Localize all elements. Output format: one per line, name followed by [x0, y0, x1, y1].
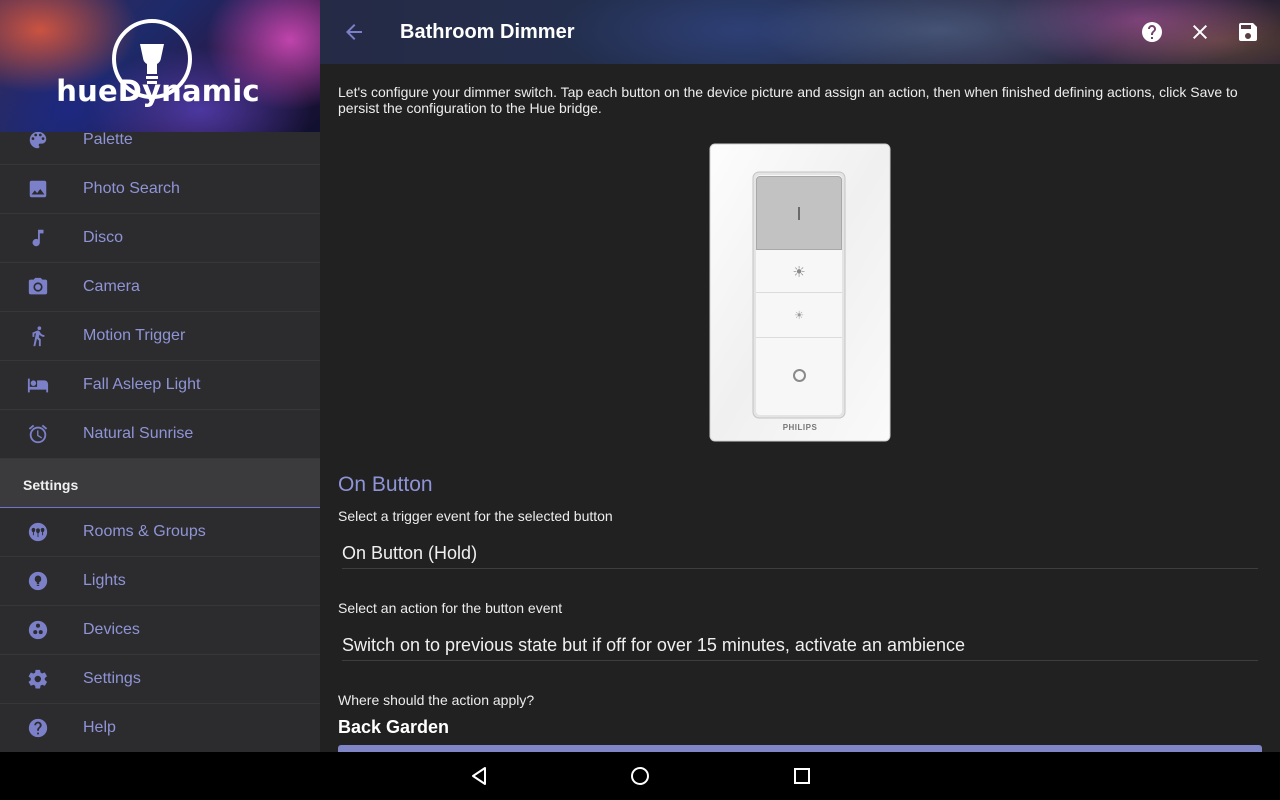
- page-title: Bathroom Dimmer: [400, 21, 575, 43]
- sidebar-item-label: Camera: [83, 278, 140, 295]
- gear-icon: [26, 667, 50, 691]
- save-icon: [1239, 23, 1257, 41]
- sidebar-item-photo-search[interactable]: Photo Search: [0, 165, 320, 214]
- drawer-menu: Palette Photo Search Disco Camera Motion…: [0, 116, 320, 752]
- sidebar-item-help[interactable]: Help: [0, 704, 320, 752]
- back-arrow-icon[interactable]: [342, 20, 366, 44]
- brightness-up-icon: ☀: [792, 262, 806, 281]
- sidebar-item-label: Rooms & Groups: [83, 523, 206, 540]
- sidebar-item-disco[interactable]: Disco: [0, 214, 320, 263]
- device-off-button[interactable]: [756, 339, 842, 411]
- sidebar-item-label: Photo Search: [83, 180, 180, 197]
- intro-text: Let's configure your dimmer switch. Tap …: [338, 84, 1238, 116]
- drawer-header: hueDynamic: [0, 0, 320, 132]
- sidebar-item-label: Motion Trigger: [83, 327, 186, 344]
- on-symbol-icon: [798, 206, 800, 220]
- system-navigation-bar: [0, 752, 1280, 800]
- alarm-clock-icon: [26, 422, 50, 446]
- section-header-label: Settings: [23, 477, 79, 493]
- settings-section-header: Settings: [0, 459, 320, 508]
- walking-person-icon: [26, 324, 50, 348]
- app-bar: Bathroom Dimmer: [320, 0, 1280, 64]
- action-label: Select an action for the button event: [338, 600, 563, 616]
- help-icon: [1142, 22, 1162, 42]
- sidebar-item-motion-trigger[interactable]: Motion Trigger: [0, 312, 320, 361]
- selected-button-title: On Button: [338, 473, 433, 496]
- device-on-button[interactable]: [756, 176, 842, 250]
- back-triangle-icon[interactable]: [467, 764, 491, 788]
- sidebar-item-camera[interactable]: Camera: [0, 263, 320, 312]
- action-value: Switch on to previous state but if off f…: [342, 635, 966, 655]
- sidebar-item-fall-asleep-light[interactable]: Fall Asleep Light: [0, 361, 320, 410]
- device-dim-button[interactable]: ☀: [756, 294, 842, 338]
- help-icon: [26, 716, 50, 740]
- close-icon: [1193, 25, 1207, 39]
- trigger-select[interactable]: On Button (Hold): [342, 537, 1258, 569]
- sidebar-item-label: Help: [83, 719, 116, 736]
- sidebar-item-natural-sunrise[interactable]: Natural Sunrise: [0, 410, 320, 459]
- device-brand-label: PHILIPS: [782, 423, 818, 432]
- sidebar-item-label: Fall Asleep Light: [83, 376, 201, 393]
- group-bulbs-icon: [26, 520, 50, 544]
- devices-icon: [26, 618, 50, 642]
- action-select[interactable]: Switch on to previous state but if off f…: [342, 629, 1258, 661]
- trigger-label: Select a trigger event for the selected …: [338, 508, 613, 524]
- sidebar-item-label: Settings: [83, 670, 141, 687]
- sidebar-item-label: Natural Sunrise: [83, 425, 194, 442]
- close-button[interactable]: [1188, 20, 1212, 44]
- navigation-drawer: Palette Photo Search Disco Camera Motion…: [0, 0, 320, 752]
- music-note-icon: [26, 226, 50, 250]
- sidebar-item-label: Devices: [83, 621, 140, 638]
- save-button[interactable]: [1236, 20, 1260, 44]
- app-name: hueDynamic: [56, 74, 260, 108]
- sidebar-item-devices[interactable]: Devices: [0, 606, 320, 655]
- image-icon: [26, 177, 50, 201]
- apply-label: Where should the action apply?: [338, 692, 535, 708]
- sidebar-item-settings[interactable]: Settings: [0, 655, 320, 704]
- bulb-icon: [26, 569, 50, 593]
- apply-target-value: Back Garden: [338, 717, 450, 737]
- off-symbol-icon: [792, 368, 806, 382]
- apply-target-selector[interactable]: [338, 745, 1262, 752]
- help-button[interactable]: [1140, 20, 1164, 44]
- home-circle-icon[interactable]: [628, 764, 652, 788]
- sidebar-item-label: Lights: [83, 572, 126, 589]
- dimmer-config-screen: Bathroom Dimmer Let's configure your dim…: [320, 0, 1280, 752]
- trigger-value: On Button (Hold): [342, 543, 478, 563]
- device-brighten-button[interactable]: ☀: [756, 251, 842, 293]
- bed-icon: [26, 373, 50, 397]
- brightness-down-icon: ☀: [794, 309, 804, 322]
- sidebar-item-rooms-groups[interactable]: Rooms & Groups: [0, 508, 320, 557]
- recents-square-icon[interactable]: [790, 764, 814, 788]
- sidebar-item-label: Disco: [83, 229, 124, 246]
- sidebar-item-lights[interactable]: Lights: [0, 557, 320, 606]
- sidebar-item-label: Palette: [83, 131, 133, 148]
- camera-icon: [26, 275, 50, 299]
